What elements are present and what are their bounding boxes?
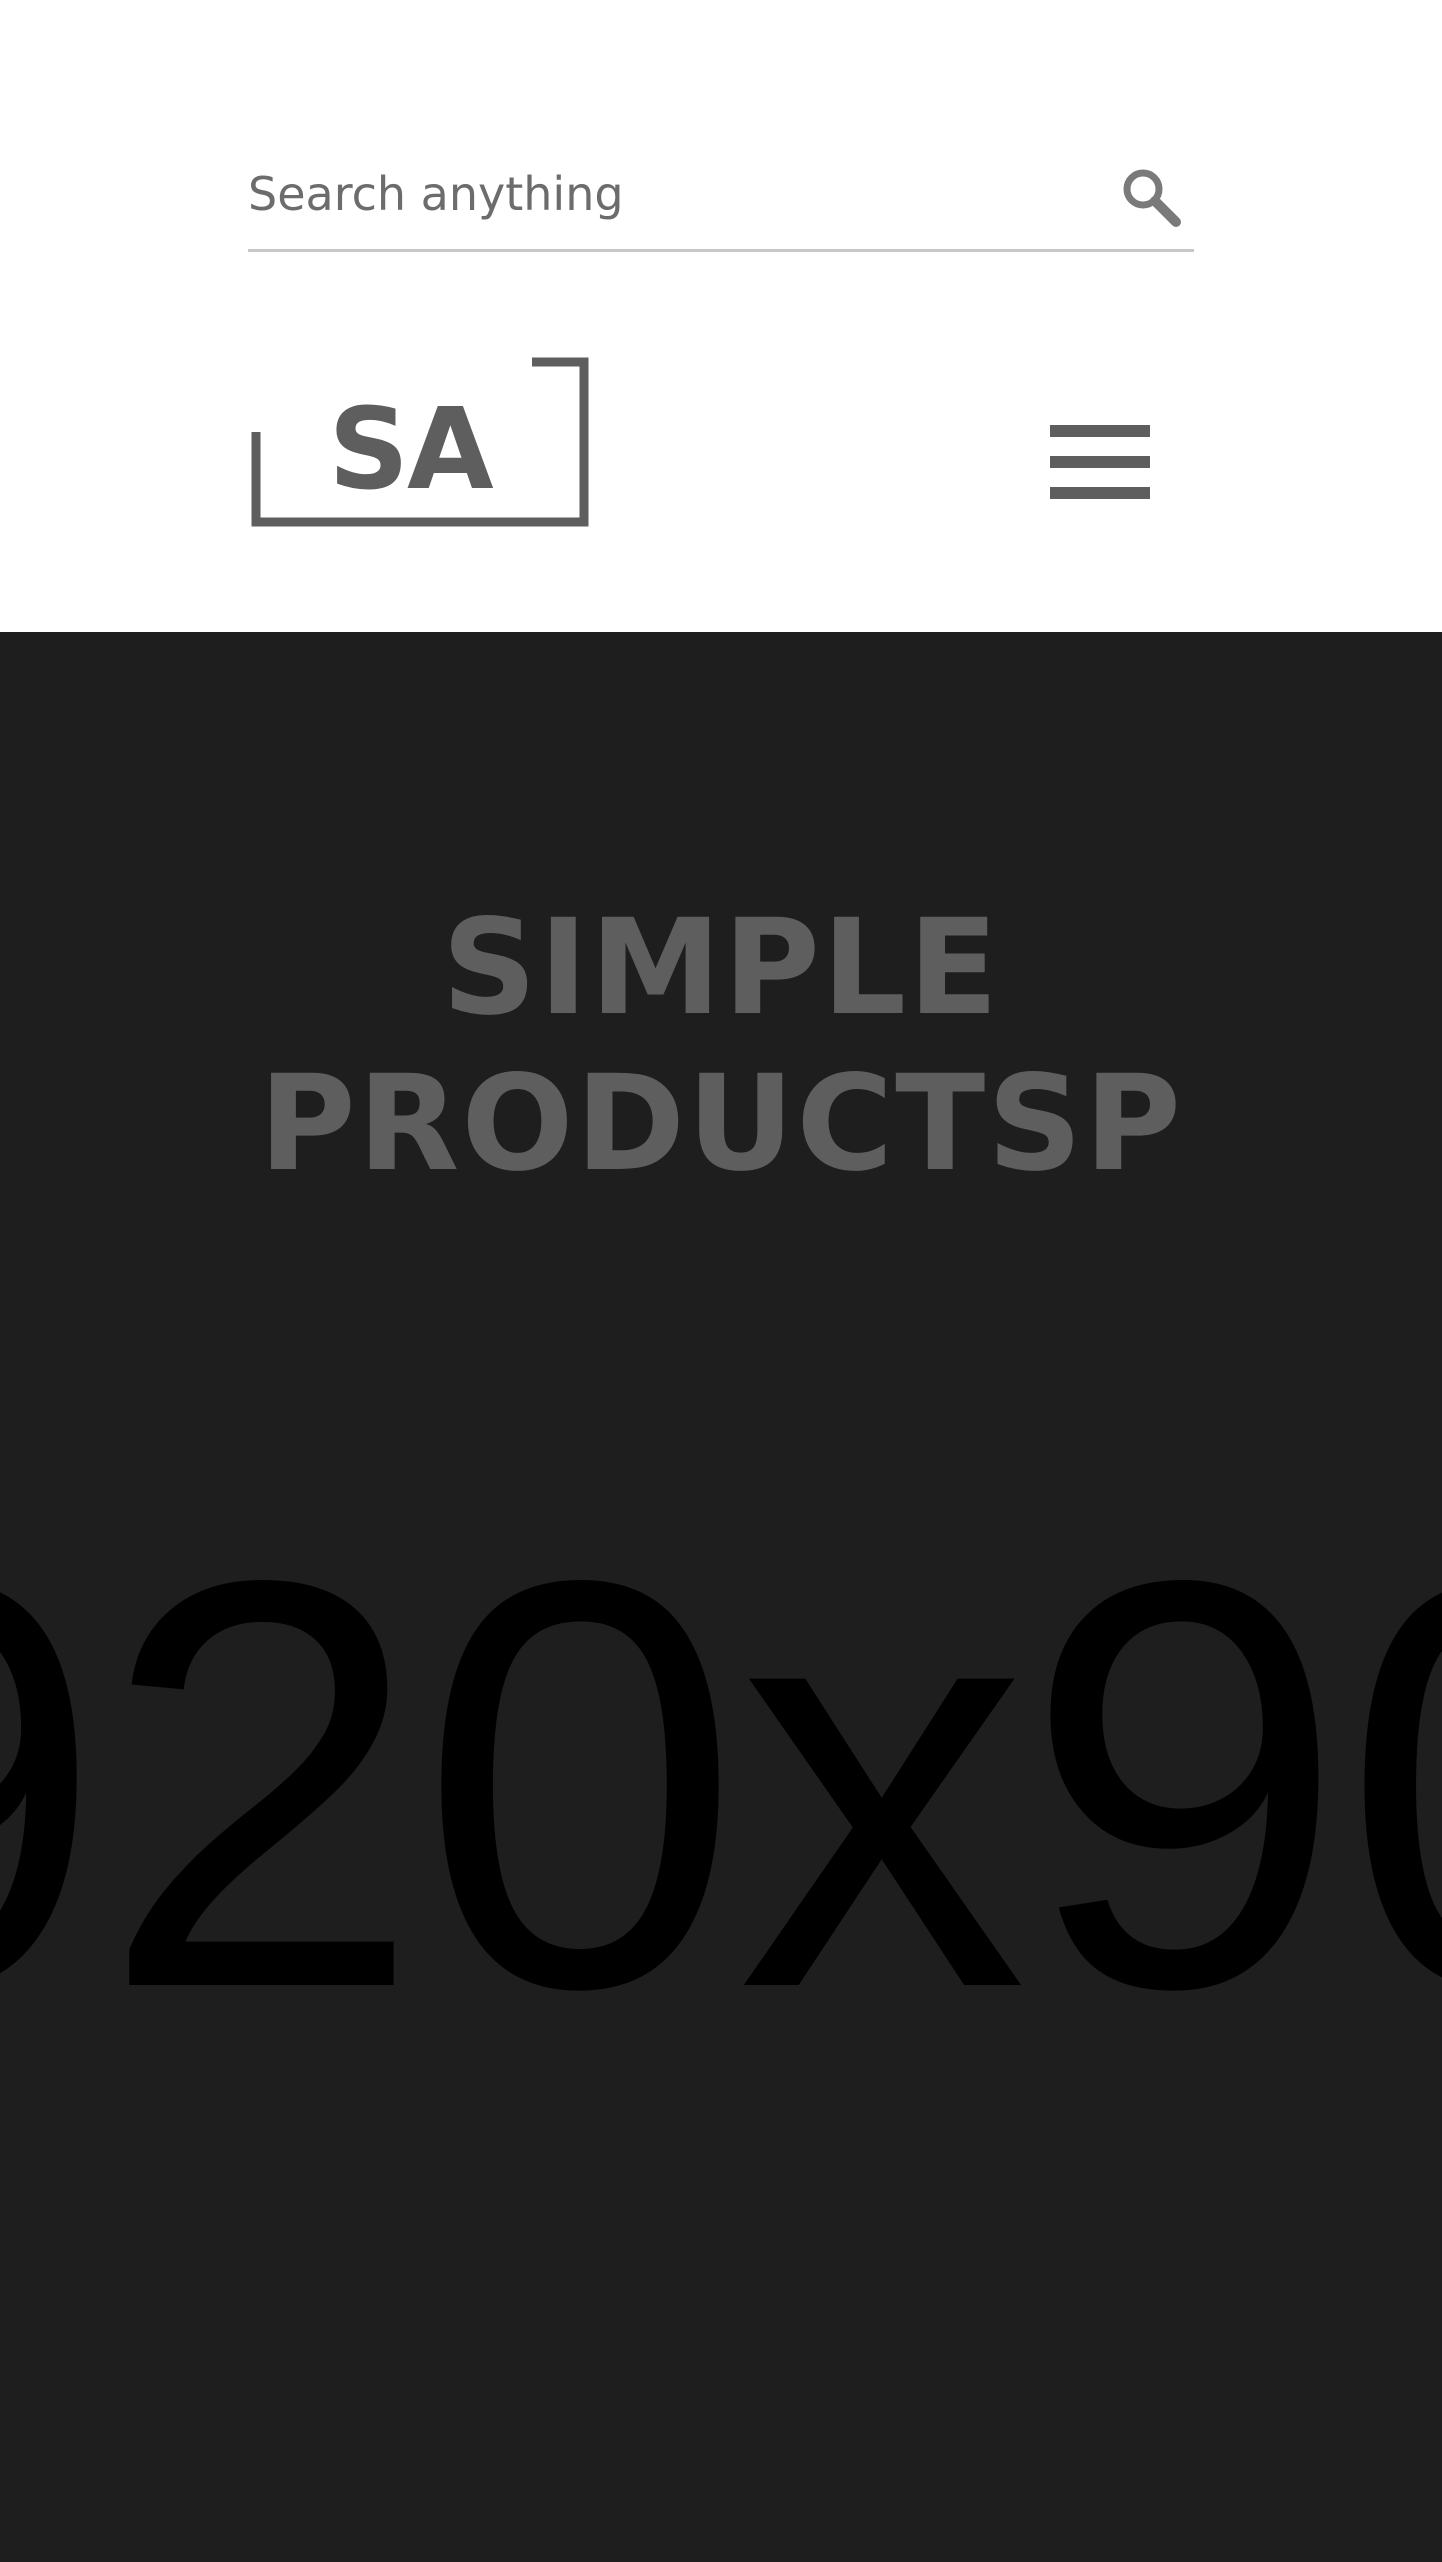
hero-banner: SIMPLE PRODUCTSP 1920x900 <box>0 632 1442 2562</box>
hamburger-menu-icon <box>1050 425 1150 499</box>
hero-title-line: PRODUCTSP <box>258 1047 1184 1201</box>
logo-text: SA <box>328 385 494 515</box>
page: SA SIMPLE PRODUCTSP 1920x900 <box>0 0 1442 2562</box>
hero-title: SIMPLE PRODUCTSP <box>0 890 1442 1202</box>
menu-button[interactable] <box>1040 412 1160 512</box>
search-input[interactable] <box>248 140 1088 248</box>
site-logo[interactable]: SA <box>250 356 590 532</box>
search-button[interactable] <box>1108 154 1194 240</box>
search-icon <box>1123 169 1181 227</box>
hero-title-line: SIMPLE <box>441 891 1001 1045</box>
hero-image-placeholder: 1920x900 <box>0 1460 1442 2108</box>
site-header: SA <box>0 0 1442 632</box>
search-bar <box>248 140 1194 252</box>
